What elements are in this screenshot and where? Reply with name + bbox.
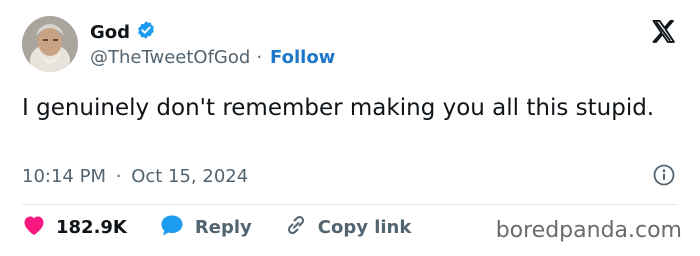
- like-button[interactable]: 182.9K: [22, 214, 127, 241]
- author-handle-row: @TheTweetOfGod · Follow: [90, 47, 335, 68]
- author-name-row: God: [90, 20, 156, 44]
- author-handle[interactable]: @TheTweetOfGod: [90, 47, 250, 68]
- avatar-image: [22, 16, 78, 72]
- handle-separator: ·: [256, 47, 263, 68]
- avatar[interactable]: [22, 16, 78, 72]
- action-bar: 182.9K Reply Copy link: [22, 213, 443, 242]
- reply-button[interactable]: Reply: [159, 213, 252, 242]
- author-name[interactable]: God: [90, 22, 130, 43]
- x-logo-icon[interactable]: [650, 18, 678, 46]
- tweet-timestamp[interactable]: 10:14 PM · Oct 15, 2024: [22, 166, 248, 187]
- reply-bubble-icon: [159, 213, 185, 242]
- tweet-text: I genuinely don't remember making you al…: [22, 95, 655, 121]
- watermark: boredpanda.com: [495, 218, 682, 243]
- heart-icon: [22, 214, 46, 241]
- copy-link-label: Copy link: [317, 217, 412, 238]
- link-icon: [284, 213, 308, 242]
- verified-badge-icon: [136, 20, 156, 44]
- reply-label: Reply: [194, 217, 252, 238]
- tweet-time: 10:14 PM: [22, 166, 106, 187]
- follow-button[interactable]: Follow: [270, 47, 335, 68]
- info-icon[interactable]: [653, 164, 675, 186]
- time-separator: ·: [115, 166, 122, 187]
- copy-link-button[interactable]: Copy link: [284, 213, 412, 242]
- like-count: 182.9K: [56, 217, 127, 238]
- divider: [22, 204, 678, 205]
- tweet-date: Oct 15, 2024: [131, 166, 249, 187]
